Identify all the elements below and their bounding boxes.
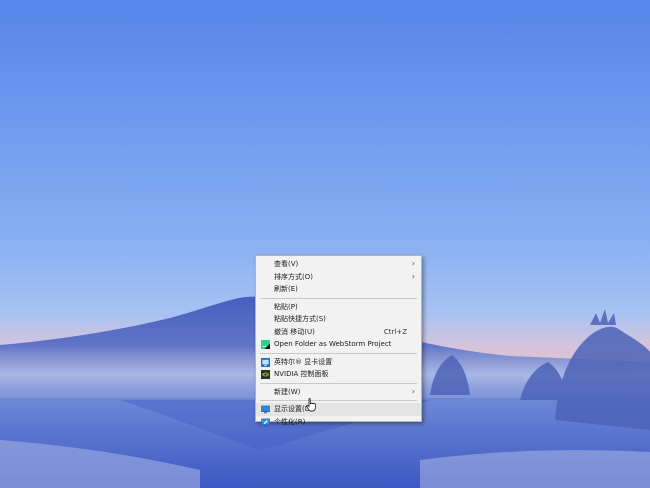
menu-item-view[interactable]: 查看(V) › <box>256 258 421 271</box>
menu-item-sort-by-label: 排序方式(O) <box>274 272 313 281</box>
menu-separator <box>260 297 417 299</box>
menu-item-paste-label: 粘贴(P) <box>274 302 298 311</box>
menu-item-paste[interactable]: 粘贴(P) <box>256 301 421 314</box>
menu-item-open-webstorm-label: Open Folder as WebStorm Project <box>274 340 392 348</box>
menu-item-refresh-label: 刷新(E) <box>274 285 298 293</box>
nvidia-icon <box>261 370 270 379</box>
menu-item-sort-by[interactable]: 排序方式(O) › <box>256 271 421 284</box>
menu-item-personalize[interactable]: 个性化(R) <box>256 416 421 429</box>
hand-pointer-cursor-icon <box>306 398 316 412</box>
menu-item-paste-shortcut[interactable]: 粘贴快捷方式(S) <box>256 313 421 326</box>
menu-item-nvidia-control-panel[interactable]: NVIDIA 控制面板 <box>256 368 421 381</box>
desktop[interactable]: 查看(V) › 排序方式(O) › 刷新(E) 粘贴(P) 粘贴快捷方式(S) … <box>0 0 650 488</box>
menu-item-view-label: 查看(V) <box>274 260 299 268</box>
menu-item-new-label: 新建(W) <box>274 387 301 396</box>
chevron-right-icon: › <box>411 386 415 396</box>
menu-item-nvidia-control-panel-label: NVIDIA 控制面板 <box>274 370 329 378</box>
menu-item-new[interactable]: 新建(W) › <box>256 386 421 399</box>
chevron-right-icon: › <box>411 259 415 268</box>
menu-separator <box>260 400 417 401</box>
menu-separator <box>260 382 417 384</box>
menu-item-intel-graphics[interactable]: 英特尔® 显卡设置 <box>256 356 421 369</box>
desktop-context-menu: 查看(V) › 排序方式(O) › 刷新(E) 粘贴(P) 粘贴快捷方式(S) … <box>255 255 422 426</box>
intel-graphics-icon <box>261 357 270 367</box>
menu-item-undo-shortcut: Ctrl+Z <box>383 327 407 336</box>
personalize-icon <box>261 418 270 426</box>
menu-item-open-webstorm[interactable]: Open Folder as WebStorm Project <box>256 338 421 351</box>
webstorm-icon <box>261 340 270 349</box>
display-settings-icon <box>261 405 270 414</box>
menu-item-undo-move-label: 撤消 移动(U) <box>274 327 315 336</box>
menu-item-undo-move[interactable]: 撤消 移动(U) Ctrl+Z <box>256 326 421 339</box>
menu-item-paste-shortcut-label: 粘贴快捷方式(S) <box>274 315 326 323</box>
chevron-right-icon: › <box>411 271 415 281</box>
menu-item-personalize-label: 个性化(R) <box>274 417 306 426</box>
menu-separator <box>260 352 417 354</box>
menu-item-refresh[interactable]: 刷新(E) <box>256 283 421 296</box>
menu-item-intel-graphics-label: 英特尔® 显卡设置 <box>274 357 333 366</box>
menu-item-display-settings[interactable]: 显示设置(D) <box>256 403 421 416</box>
